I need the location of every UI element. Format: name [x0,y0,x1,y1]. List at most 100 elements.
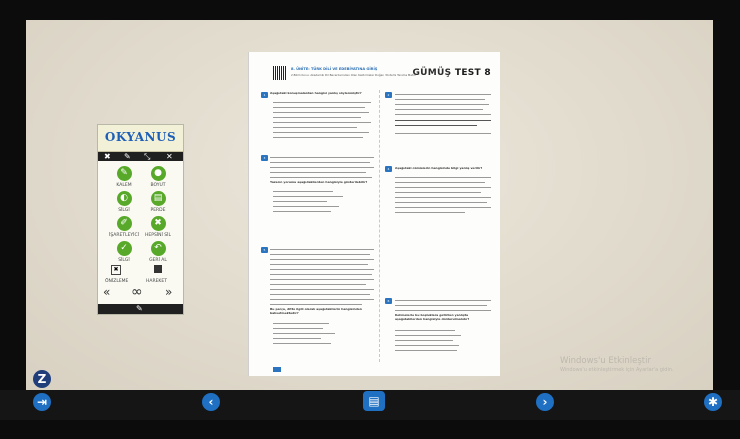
text-line [270,249,374,251]
preview-next-button[interactable]: » [165,285,172,299]
tool-panel-bottombar: ✎ [98,304,183,314]
text-line [273,117,361,119]
tool-clear-all[interactable]: ✖ HEPSİNİ SİL [143,216,173,238]
glasses-icon[interactable]: ∞ [131,284,143,300]
tool-pen[interactable]: ✎ KALEM [109,166,139,188]
text-line [395,99,485,101]
text-line [395,340,453,342]
resize-icon[interactable]: ⤡ [144,153,150,161]
text-line [270,304,362,306]
settings-icon: ✱ [707,395,719,409]
text-line [273,323,329,325]
text-line [270,279,374,281]
tool-eraser-2-label: SİLGİ [118,258,130,263]
text-line [395,345,459,347]
question-stem: Bu parça, ditto ilgili olarak aşağıdakil… [270,307,362,315]
exit-button[interactable]: ⇥ [33,393,51,411]
text-line [270,294,370,296]
exit-icon: ⇥ [36,395,48,409]
column-divider [379,90,380,362]
pen-small-icon[interactable]: ✎ [136,305,143,313]
text-line [395,305,487,307]
text-line [395,187,491,189]
text-line [395,202,487,204]
watermark-title: Windows'u Etkinleştir [560,356,651,366]
text-line [395,212,465,214]
question-badge: 6 [385,298,392,304]
question-badge: 5 [261,247,268,253]
text-line [395,114,491,116]
settings-button[interactable]: ✱ [704,393,722,411]
text-line [273,112,369,114]
preview-icon[interactable]: ✖ [111,265,121,275]
menu-icon: ▤ [368,394,380,408]
menu-button[interactable]: ▤ [363,391,385,411]
text-line [395,350,457,352]
text-line [395,192,481,194]
text-line [270,254,370,256]
text-line [395,109,483,111]
previous-page-button[interactable]: ‹ [202,393,220,411]
page-number-badge [273,367,281,372]
eraser-2-icon: ✓ [116,241,132,256]
text-line [273,191,333,193]
text-line [270,259,374,261]
page-header: 8. ÜNİTE: TÜRK DİLİ VE EDEBİYATINA GİRİŞ… [273,66,495,84]
tool-eraser-2[interactable]: ✓ SİLGİ [109,241,139,263]
text-line [395,330,455,332]
text-line [273,201,327,203]
text-line [270,162,370,164]
text-line [395,94,491,96]
tool-undo[interactable]: ↶ GERİ AL [143,241,173,263]
text-line [273,338,321,340]
test-label: TEST 8 [454,68,491,78]
text-line [395,207,491,209]
preview-prev-button[interactable]: « [103,285,110,299]
tool-panel: OKYANUS ✖ ✎ ⤡ ✕ ✎ KALEM ● BOYUT ◐ SİLGİ … [97,124,184,315]
tool-panel-topbar: ✖ ✎ ⤡ ✕ [98,152,183,161]
question-badge: 4 [385,166,392,172]
tool-marker-label: İŞARETLEYİCİ [109,233,139,238]
text-line [270,274,372,276]
text-line [270,299,374,301]
text-line [395,335,461,337]
text-line [395,300,491,302]
tool-marker[interactable]: ✐ İŞARETLEYİCİ [109,216,139,238]
tool-brush-label: BOYUT [150,183,166,188]
text-line [273,127,357,129]
tools-icon[interactable]: ✖ [104,153,111,161]
chevron-right-icon: › [542,395,548,409]
text-line [395,197,491,199]
tool-curtain[interactable]: ▤ PERDE [143,191,173,213]
text-line [395,120,491,122]
text-line [395,125,477,127]
next-page-button[interactable]: › [536,393,554,411]
options-line [395,133,491,135]
text-line [395,310,491,312]
tool-eraser[interactable]: ◐ SİLGİ [109,191,139,213]
chevron-left-icon: ‹ [208,395,214,409]
tool-clear-all-label: HEPSİNİ SİL [145,233,171,238]
text-line [273,107,365,109]
logo-icon: Z [37,372,47,386]
pin-icon[interactable]: ✎ [124,153,131,161]
question-stem: Yazarın yorumu aşağıdakilerden hangisiyl… [270,180,368,184]
text-line [273,132,369,134]
logo-button[interactable]: Z [33,370,51,388]
text-line [270,284,366,286]
test-prefix: GÜMÜŞ [412,68,452,78]
unit-title: 8. ÜNİTE: TÜRK DİLİ VE EDEBİYATINA GİRİŞ [291,67,378,71]
text-line [270,177,372,179]
question-badge: 2 [385,92,392,98]
text-line [273,328,323,330]
text-line [270,289,374,291]
test-title: GÜMÜŞ TEST 8 [413,68,492,78]
move-icon[interactable] [154,265,162,273]
tool-brush[interactable]: ● BOYUT [143,166,173,188]
move-label: HAREKET [146,279,167,284]
close-icon[interactable]: ✕ [166,153,173,161]
text-line [273,206,339,208]
text-line [273,102,371,104]
text-line [273,196,343,198]
text-line [270,264,368,266]
